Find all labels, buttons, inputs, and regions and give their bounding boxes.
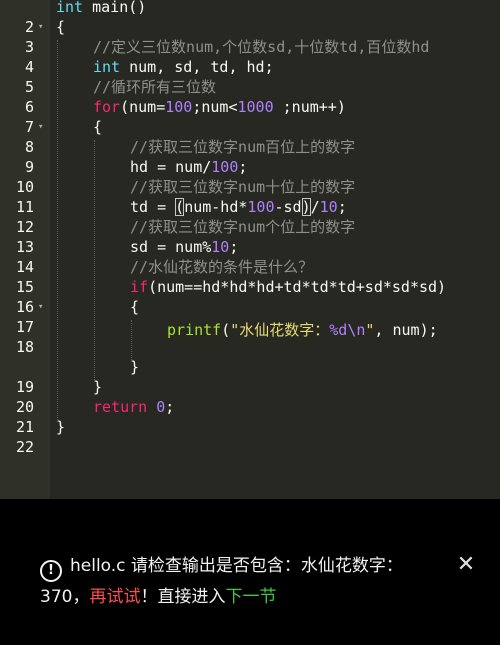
code-line[interactable]: 13 //获取三位数字num个位上的数字 bbox=[0, 217, 500, 256]
code-line[interactable]: 11 //获取三位数字num十位上的数字 bbox=[0, 177, 500, 216]
code-token: ;num++) bbox=[273, 98, 346, 116]
code-number: 1000 bbox=[237, 98, 274, 116]
fold-arrow-icon[interactable]: ▾ bbox=[38, 117, 43, 137]
code-format-spec: %d\n bbox=[329, 321, 366, 339]
code-token: main() bbox=[83, 0, 147, 16]
code-comment: //循环所有三位数 bbox=[93, 78, 217, 96]
code-token: (num= bbox=[120, 98, 166, 116]
code-line[interactable]: 18 printf("水仙花数字：%d\n", num); bbox=[0, 317, 500, 357]
retry-text: 再试试 bbox=[89, 587, 141, 607]
code-token: int bbox=[56, 0, 84, 16]
code-token: (num==hd*hd*hd+td*td*td+sd*sd*sd) bbox=[148, 278, 447, 296]
code-token: ;num< bbox=[192, 98, 238, 116]
code-keyword: return bbox=[93, 398, 148, 416]
code-token: num, sd, td, hd; bbox=[120, 58, 274, 76]
code-comment: //水仙花数的条件是什么？ bbox=[130, 258, 314, 276]
code-line[interactable]: 20 } bbox=[0, 377, 500, 416]
code-line[interactable]: 7 for(num=100;num<1000 ;num++) bbox=[0, 97, 500, 136]
code-number: 100 bbox=[165, 98, 193, 116]
code-line[interactable]: 19 } bbox=[0, 357, 500, 396]
code-line[interactable]: 14 sd = num%10; bbox=[0, 237, 500, 276]
code-line[interactable]: 5 int num, sd, td, hd; bbox=[0, 57, 500, 96]
code-number: 100 bbox=[247, 198, 275, 216]
line-number: 22 bbox=[15, 438, 34, 456]
code-token: int bbox=[93, 58, 121, 76]
next-section-link[interactable]: 下一节 bbox=[225, 587, 276, 607]
code-token: num-hd* bbox=[184, 198, 248, 216]
code-line[interactable]: 2 int main() bbox=[0, 0, 500, 36]
code-function: printf bbox=[167, 321, 222, 339]
code-comment: //获取三位数字num百位上的数字 bbox=[130, 138, 356, 156]
code-token: ; bbox=[165, 398, 175, 416]
fold-arrow-icon[interactable]: ▾ bbox=[38, 297, 43, 317]
code-line[interactable]: 10 hd = num/100; bbox=[0, 157, 500, 196]
bracket-match-highlight: ) bbox=[301, 198, 311, 216]
code-token: hd = num/ bbox=[130, 158, 212, 176]
code-comment: //获取三位数字num十位上的数字 bbox=[130, 178, 356, 196]
toast-message: ! hello.c 请检查输出是否包含：水仙花数字：370，再试试！直接进入下一节 bbox=[40, 551, 440, 612]
code-token: { bbox=[130, 298, 140, 316]
bracket-match-highlight: ( bbox=[175, 198, 185, 216]
info-circle-icon: ! bbox=[40, 560, 62, 582]
code-number: 10 bbox=[211, 238, 230, 256]
code-line[interactable]: 16 if(num==hd*hd*hd+td*td*td+sd*sd*sd) bbox=[0, 277, 500, 316]
code-token: { bbox=[93, 118, 103, 136]
code-keyword: for bbox=[93, 98, 121, 116]
code-line[interactable]: 22 } bbox=[0, 417, 500, 456]
code-token: } bbox=[56, 418, 66, 436]
code-line[interactable]: 17 ▾ { bbox=[0, 297, 500, 336]
code-line[interactable]: 4 //定义三位数num,个位数sd,十位数td,百位数hd bbox=[0, 37, 500, 76]
toast-text-part: ！直接进入 bbox=[140, 587, 226, 607]
code-keyword: if bbox=[130, 278, 149, 296]
code-token: ; bbox=[229, 238, 239, 256]
code-line[interactable]: 15 //水仙花数的条件是什么？ bbox=[0, 257, 500, 296]
feedback-toast: ! hello.c 请检查输出是否包含：水仙花数字：370，再试试！直接进入下一节… bbox=[0, 499, 500, 645]
code-line[interactable]: 12 td = (num-hd*100-sd)/10; bbox=[0, 197, 500, 236]
code-string: "水仙花数字： bbox=[230, 321, 330, 339]
code-token: / bbox=[310, 198, 320, 216]
code-token: , num); bbox=[374, 321, 438, 339]
code-line[interactable]: 21 return 0; bbox=[0, 397, 500, 436]
code-editor[interactable]: 2 int main() 3 ▾ { 4 //定义三位数num,个位数sd,十位… bbox=[0, 0, 500, 499]
close-icon[interactable]: ✕ bbox=[452, 551, 480, 579]
code-number: 100 bbox=[211, 158, 239, 176]
code-line[interactable]: 6 //循环所有三位数 bbox=[0, 77, 500, 116]
code-number: 0 bbox=[156, 398, 166, 416]
code-comment: //定义三位数num,个位数sd,十位数td,百位数hd bbox=[93, 38, 430, 56]
fold-arrow-icon[interactable]: ▾ bbox=[38, 17, 43, 37]
code-line[interactable]: 8 ▾ { bbox=[0, 117, 500, 156]
code-token: { bbox=[56, 18, 66, 36]
code-line[interactable]: 9 //获取三位数字num百位上的数字 bbox=[0, 137, 500, 176]
code-token: -sd bbox=[274, 198, 302, 216]
code-number: 10 bbox=[319, 198, 338, 216]
code-token: ; bbox=[238, 158, 248, 176]
code-token: } bbox=[130, 358, 140, 376]
code-token: sd = num% bbox=[130, 238, 212, 256]
code-token: } bbox=[93, 378, 103, 396]
line-number: 18 bbox=[15, 338, 34, 356]
code-token: ; bbox=[337, 198, 347, 216]
code-token: ( bbox=[221, 321, 231, 339]
code-comment: //获取三位数字num个位上的数字 bbox=[130, 218, 356, 236]
code-token: td = bbox=[130, 198, 176, 216]
code-line[interactable]: 3 ▾ { bbox=[0, 17, 500, 56]
